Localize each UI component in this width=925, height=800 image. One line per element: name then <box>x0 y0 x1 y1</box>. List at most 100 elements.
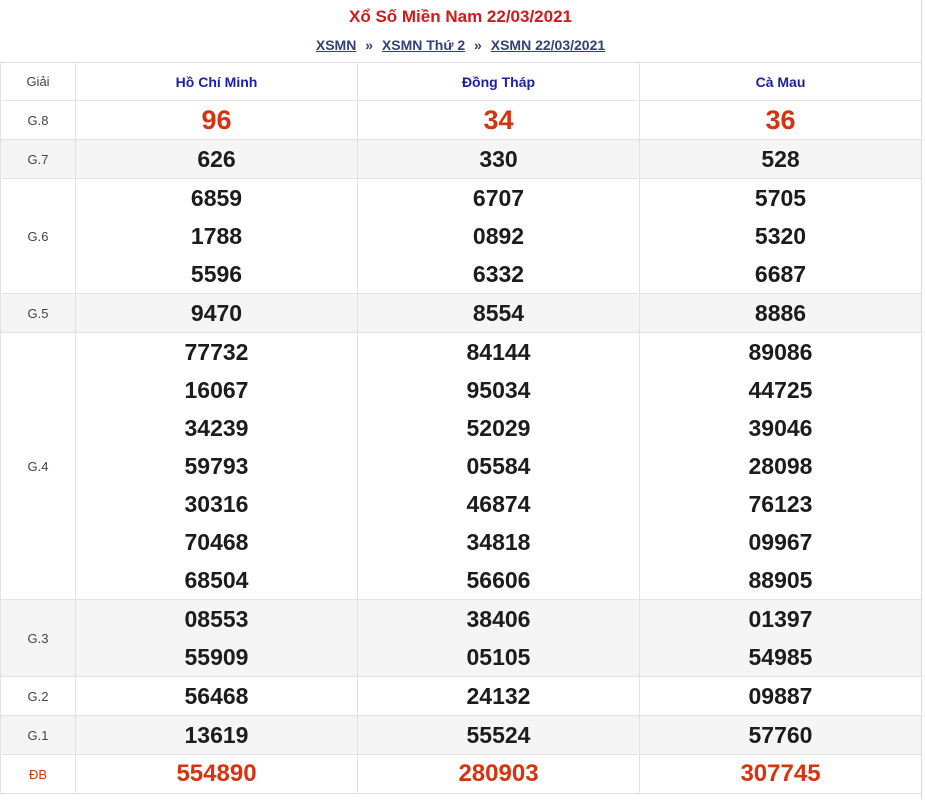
result-number: 9470 <box>190 300 243 326</box>
province-header-dong-thap: Đồng Tháp <box>357 62 640 101</box>
result-cell: 96 <box>75 100 358 140</box>
result-cell: 89086 44725 39046 28098 76123 09967 8890… <box>639 332 922 600</box>
result-number: 8554 <box>472 300 525 326</box>
result-cell: 77732 16067 34239 59793 30316 70468 6850… <box>75 332 358 600</box>
result-number: 09967 <box>748 529 813 555</box>
breadcrumb-link-xsmn-date[interactable]: XSMN 22/03/2021 <box>491 37 605 53</box>
result-number: 54985 <box>748 644 813 670</box>
result-number: 59793 <box>184 453 249 479</box>
result-number: 528 <box>761 146 800 172</box>
result-number: 96 <box>201 105 232 135</box>
result-number: 56606 <box>466 567 531 593</box>
result-number: 38406 <box>466 606 531 632</box>
prize-row-g7: G.7 626 330 528 <box>0 139 922 179</box>
breadcrumb-separator: » <box>365 37 373 53</box>
result-cell: 6707 0892 6332 <box>357 178 640 294</box>
prize-label: G.1 <box>0 715 76 755</box>
result-number: 5320 <box>754 223 807 249</box>
result-cell: 5705 5320 6687 <box>639 178 922 294</box>
result-cell: 24132 <box>357 676 640 716</box>
result-number: 5705 <box>754 185 807 211</box>
result-number: 5596 <box>190 261 243 287</box>
result-number: 55524 <box>466 722 531 748</box>
result-number: 57760 <box>748 722 813 748</box>
result-number: 89086 <box>748 339 813 365</box>
result-number: 30316 <box>184 491 249 517</box>
prize-label: G.7 <box>0 139 76 179</box>
result-cell: 55524 <box>357 715 640 755</box>
prize-row-g3: G.3 08553 55909 38406 05105 01397 54985 <box>0 599 922 677</box>
result-cell: 38406 05105 <box>357 599 640 677</box>
result-number: 13619 <box>184 722 249 748</box>
result-cell: 280903 <box>357 754 640 794</box>
prize-label: G.5 <box>0 293 76 333</box>
result-number: 34 <box>483 105 514 135</box>
result-number: 77732 <box>184 339 249 365</box>
result-number: 6859 <box>190 185 243 211</box>
result-number: 05584 <box>466 453 531 479</box>
result-number: 554890 <box>176 760 257 787</box>
prize-row-g1: G.1 13619 55524 57760 <box>0 715 922 755</box>
table-header-row: Giải Hồ Chí Minh Đồng Tháp Cà Mau <box>0 62 922 101</box>
result-cell: 528 <box>639 139 922 179</box>
result-cell: 09887 <box>639 676 922 716</box>
result-number: 09887 <box>748 683 813 709</box>
prize-label: G.3 <box>0 599 76 677</box>
result-number: 280903 <box>458 760 539 787</box>
result-cell: 57760 <box>639 715 922 755</box>
breadcrumb-link-xsmn[interactable]: XSMN <box>316 37 356 53</box>
result-cell: 56468 <box>75 676 358 716</box>
result-number: 34818 <box>466 529 531 555</box>
result-number: 36 <box>765 105 796 135</box>
result-number: 55909 <box>184 644 249 670</box>
result-number: 24132 <box>466 683 531 709</box>
result-number: 39046 <box>748 415 813 441</box>
prize-label: G.4 <box>0 332 76 600</box>
prize-row-g2: G.2 56468 24132 09887 <box>0 676 922 716</box>
result-number: 1788 <box>190 223 243 249</box>
result-number: 70468 <box>184 529 249 555</box>
result-number: 76123 <box>748 491 813 517</box>
result-cell: 08553 55909 <box>75 599 358 677</box>
province-header-ca-mau: Cà Mau <box>639 62 922 101</box>
result-number: 16067 <box>184 377 249 403</box>
prize-row-g5: G.5 9470 8554 8886 <box>0 293 922 333</box>
result-cell: 84144 95034 52029 05584 46874 34818 5660… <box>357 332 640 600</box>
prize-row-g6: G.6 6859 1788 5596 6707 0892 6332 5705 5… <box>0 178 922 294</box>
prize-row-g4: G.4 77732 16067 34239 59793 30316 70468 … <box>0 332 922 600</box>
result-cell: 34 <box>357 100 640 140</box>
prize-row-special: ĐB 554890 280903 307745 <box>0 754 922 794</box>
result-cell: 01397 54985 <box>639 599 922 677</box>
result-number: 88905 <box>748 567 813 593</box>
province-header-ho-chi-minh: Hồ Chí Minh <box>75 62 358 101</box>
result-cell: 8554 <box>357 293 640 333</box>
result-cell: 307745 <box>639 754 922 794</box>
result-number: 307745 <box>740 760 821 787</box>
result-cell: 13619 <box>75 715 358 755</box>
breadcrumb-link-xsmn-thu-2[interactable]: XSMN Thứ 2 <box>382 37 465 53</box>
result-number: 68504 <box>184 567 249 593</box>
result-number: 6332 <box>472 261 525 287</box>
result-number: 05105 <box>466 644 531 670</box>
result-number: 52029 <box>466 415 531 441</box>
result-number: 28098 <box>748 453 813 479</box>
result-number: 46874 <box>466 491 531 517</box>
results-header: Xổ Số Miền Nam 22/03/2021 XSMN » XSMN Th… <box>0 0 921 62</box>
result-cell: 9470 <box>75 293 358 333</box>
result-number: 56468 <box>184 683 249 709</box>
result-number: 34239 <box>184 415 249 441</box>
breadcrumb: XSMN » XSMN Thứ 2 » XSMN 22/03/2021 <box>0 36 921 54</box>
result-cell: 8886 <box>639 293 922 333</box>
result-cell: 36 <box>639 100 922 140</box>
page: Xổ Số Miền Nam 22/03/2021 XSMN » XSMN Th… <box>0 0 925 800</box>
result-number: 84144 <box>466 339 531 365</box>
results-table: Giải Hồ Chí Minh Đồng Tháp Cà Mau G.8 96… <box>0 62 922 794</box>
prize-row-g8: G.8 96 34 36 <box>0 100 922 140</box>
prize-label: G.2 <box>0 676 76 716</box>
result-cell: 626 <box>75 139 358 179</box>
prize-label: ĐB <box>0 754 76 794</box>
result-number: 08553 <box>184 606 249 632</box>
result-number: 626 <box>197 146 236 172</box>
result-number: 6707 <box>472 185 525 211</box>
prize-column-header: Giải <box>0 62 76 101</box>
